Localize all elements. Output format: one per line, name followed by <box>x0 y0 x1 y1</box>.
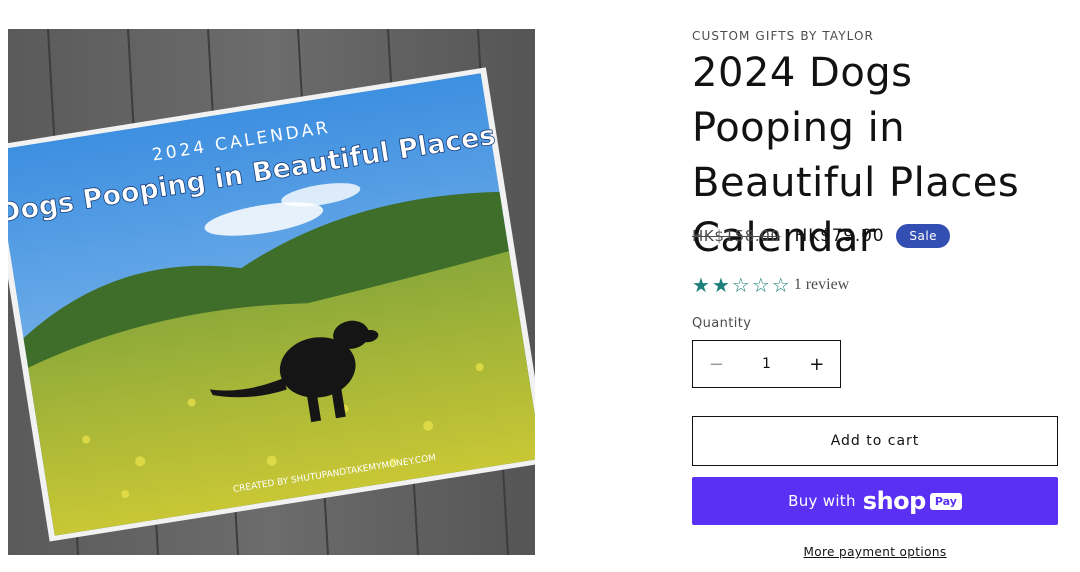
add-to-cart-button[interactable]: Add to cart <box>692 416 1058 466</box>
quantity-input[interactable] <box>739 355 794 373</box>
star-outline-icon: ☆ <box>751 273 770 297</box>
quantity-decrease-button[interactable]: − <box>693 354 740 375</box>
price-block: HK$158.00 HK$79.00 Sale <box>692 224 951 248</box>
star-icon: ★ <box>711 273 730 297</box>
product-vendor: CUSTOM GIFTS BY TAYLOR <box>692 29 874 43</box>
price-regular: HK$158.00 <box>692 227 781 245</box>
more-payment-options: More payment options <box>692 545 1058 559</box>
calendar-cover: 2024 CALENDAR Dogs Pooping in Beautiful … <box>8 67 535 542</box>
review-count-link[interactable]: 1 review <box>794 276 850 294</box>
product-rating[interactable]: ★ ★ ☆ ☆ ☆ 1 review <box>692 274 849 296</box>
product-photo: 2024 CALENDAR Dogs Pooping in Beautiful … <box>8 29 535 555</box>
quantity-increase-button[interactable]: + <box>794 354 841 375</box>
star-outline-icon: ☆ <box>731 273 750 297</box>
shop-pay-button[interactable]: Buy with shop Pay <box>692 477 1058 525</box>
quantity-label: Quantity <box>692 316 752 331</box>
rating-stars: ★ ★ ☆ ☆ ☆ <box>692 274 792 296</box>
pay-badge: Pay <box>929 492 962 510</box>
shop-pay-prefix: Buy with <box>788 492 856 510</box>
quantity-stepper: − + <box>692 340 841 388</box>
sale-badge: Sale <box>896 224 951 248</box>
product-image[interactable]: 2024 CALENDAR Dogs Pooping in Beautiful … <box>8 29 535 555</box>
more-payment-options-link[interactable]: More payment options <box>803 545 946 559</box>
shop-logo: shop <box>862 487 927 515</box>
price-sale: HK$79.00 <box>794 226 885 246</box>
star-icon: ★ <box>692 273 710 297</box>
star-outline-icon: ☆ <box>771 273 790 297</box>
